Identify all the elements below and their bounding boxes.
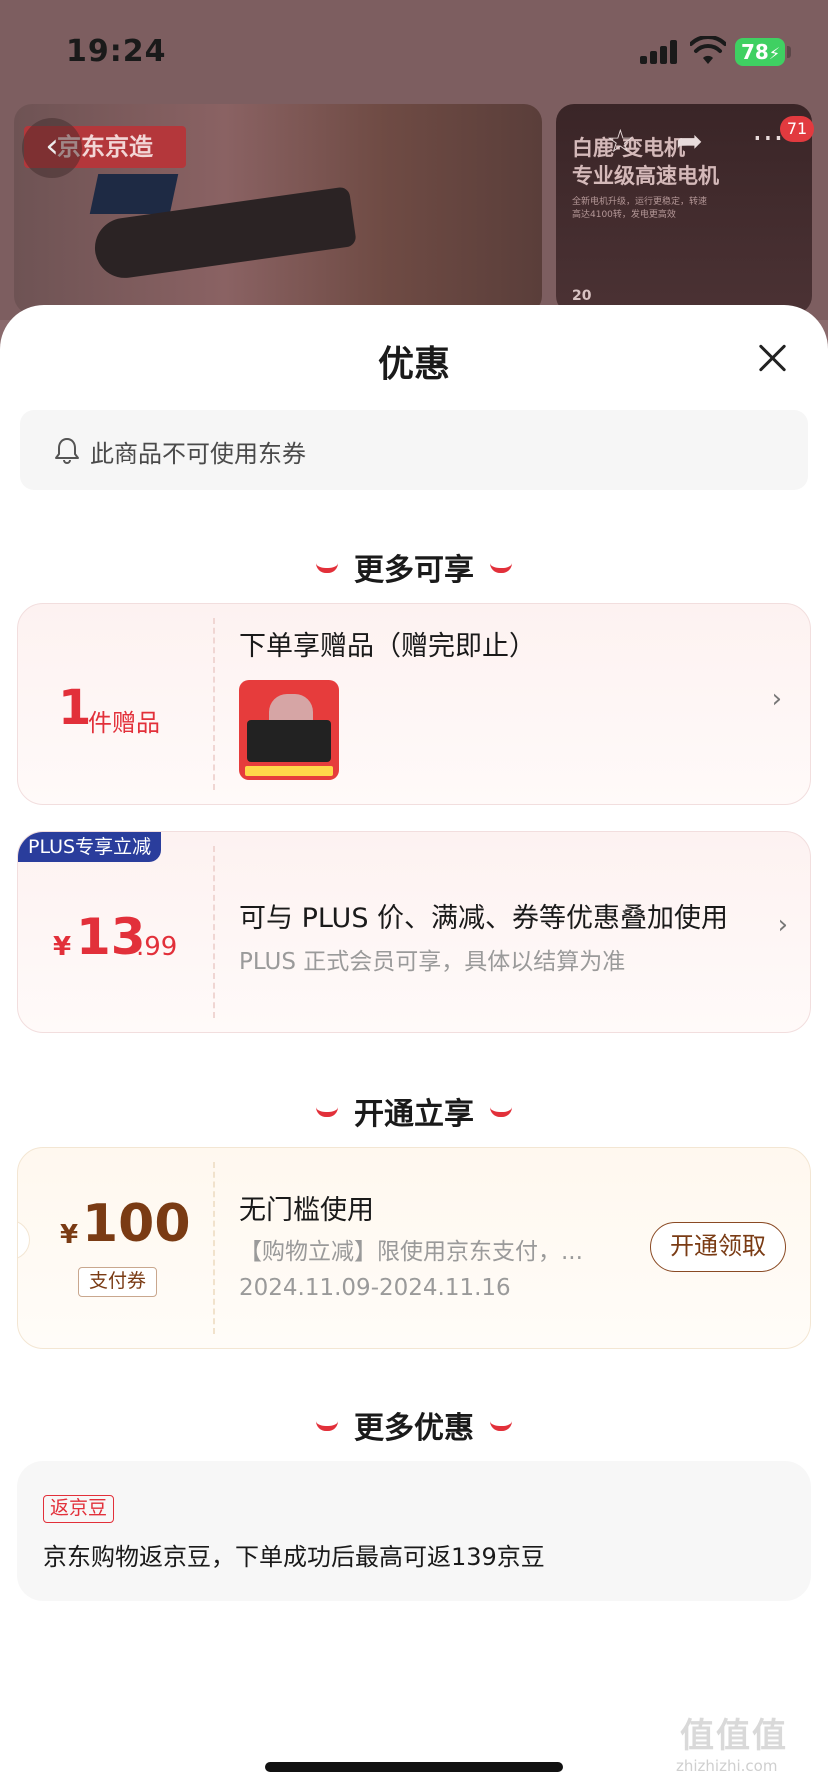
battery-icon: 78⚡	[735, 38, 785, 66]
rebate-text: 京东购物返京豆，下单成功后最高可返139京豆	[43, 1543, 545, 1571]
notice-text: 此商品不可使用东券	[90, 440, 306, 468]
watermark-url: zhizhizhi.com	[676, 1757, 778, 1775]
status-time: 19:24	[66, 34, 167, 69]
chevron-right-icon: ›	[777, 910, 788, 940]
watermark-logo: 值值值	[680, 1716, 788, 1756]
coupon-notice: 此商品不可使用东券	[20, 410, 808, 490]
close-icon[interactable]	[752, 338, 792, 378]
chevron-left-icon: ‹	[45, 126, 59, 166]
plus-discount-card[interactable]: PLUS专享立减 ¥ 13 .99 可与 PLUS 价、满减、券等优惠叠加使用 …	[17, 831, 811, 1033]
gift-image-tag	[245, 766, 333, 776]
coupon-type-tag: 支付券	[78, 1267, 158, 1297]
plus-tag: PLUS专享立减	[18, 832, 162, 862]
promo-title-line-2: 专业级高速电机	[572, 164, 719, 188]
smile-icon	[490, 563, 512, 573]
offers-sheet: 优惠 此商品不可使用东券 更多可享 1 件赠品 下单享赠品（赠完即止） › PL…	[0, 305, 828, 1792]
treadmill-screen	[89, 174, 179, 214]
section-open-enjoy: 开通立享	[0, 1089, 828, 1133]
gift-title: 下单享赠品（赠完即止）	[239, 631, 536, 662]
section-more-offers: 更多优惠	[0, 1403, 828, 1447]
chevron-right-icon: ›	[771, 684, 782, 714]
promo-subtitle: 全新电机升级，运行更稳定，转速高达4100转，发电更高效	[572, 197, 708, 220]
payment-coupon-card: ¥ 100 支付券 无门槛使用 【购物立减】限使用京东支付，... 2024.1…	[17, 1147, 811, 1349]
status-bar: 19:24 78⚡	[0, 0, 828, 100]
coupon-desc: 【购物立减】限使用京东支付，...	[239, 1239, 583, 1265]
section-more-enjoy-label: 更多可享	[354, 553, 474, 588]
back-button[interactable]: ‹	[22, 118, 82, 178]
gift-offer-card[interactable]: 1 件赠品 下单享赠品（赠完即止） ›	[17, 603, 811, 805]
wifi-icon	[690, 36, 726, 64]
open-claim-button[interactable]: 开通领取	[650, 1222, 786, 1272]
gift-product-image[interactable]	[239, 680, 339, 780]
bell-icon	[55, 438, 79, 464]
smile-icon	[490, 1107, 512, 1117]
plus-subtitle: PLUS 正式会员可享，具体以结算为准	[239, 949, 626, 975]
divider	[213, 846, 215, 1018]
coupon-amount: 100	[82, 1194, 191, 1254]
battery-level: 78	[741, 40, 769, 64]
coupon-notch	[18, 1220, 30, 1260]
smile-icon	[316, 1421, 338, 1431]
signal-icon	[640, 40, 678, 64]
rebate-tag: 返京豆	[43, 1495, 115, 1523]
coupon-title: 无门槛使用	[239, 1195, 374, 1226]
sheet-title: 优惠	[377, 344, 450, 385]
coupon-currency: ¥	[60, 1220, 79, 1250]
smile-icon	[490, 1421, 512, 1431]
promo-badge: 20	[572, 288, 592, 304]
gift-count: 1	[58, 680, 92, 736]
smile-icon	[316, 1107, 338, 1117]
divider	[213, 1162, 215, 1334]
smile-icon	[316, 563, 338, 573]
section-open-enjoy-label: 开通立享	[354, 1097, 474, 1132]
star-icon[interactable]: ☆	[606, 122, 635, 160]
section-more-offers-label: 更多优惠	[354, 1411, 474, 1446]
share-icon[interactable]: ➦	[676, 122, 703, 160]
plus-title: 可与 PLUS 价、满减、券等优惠叠加使用	[239, 903, 729, 934]
plus-price-dec: .99	[136, 932, 178, 962]
more-icon[interactable]: ⋯	[752, 118, 784, 156]
gift-image-mat	[247, 720, 331, 762]
jingdou-rebate-card: 返京豆 京东购物返京豆，下单成功后最高可返139京豆	[17, 1461, 811, 1601]
cart-count-badge: 71	[780, 116, 814, 142]
divider	[213, 618, 215, 790]
home-indicator[interactable]	[265, 1762, 563, 1772]
section-more-enjoy: 更多可享	[0, 545, 828, 589]
gift-unit: 件赠品	[88, 709, 160, 737]
battery-tip	[787, 46, 791, 58]
coupon-date: 2024.11.09-2024.11.16	[239, 1275, 511, 1301]
plus-currency: ¥	[53, 932, 72, 962]
